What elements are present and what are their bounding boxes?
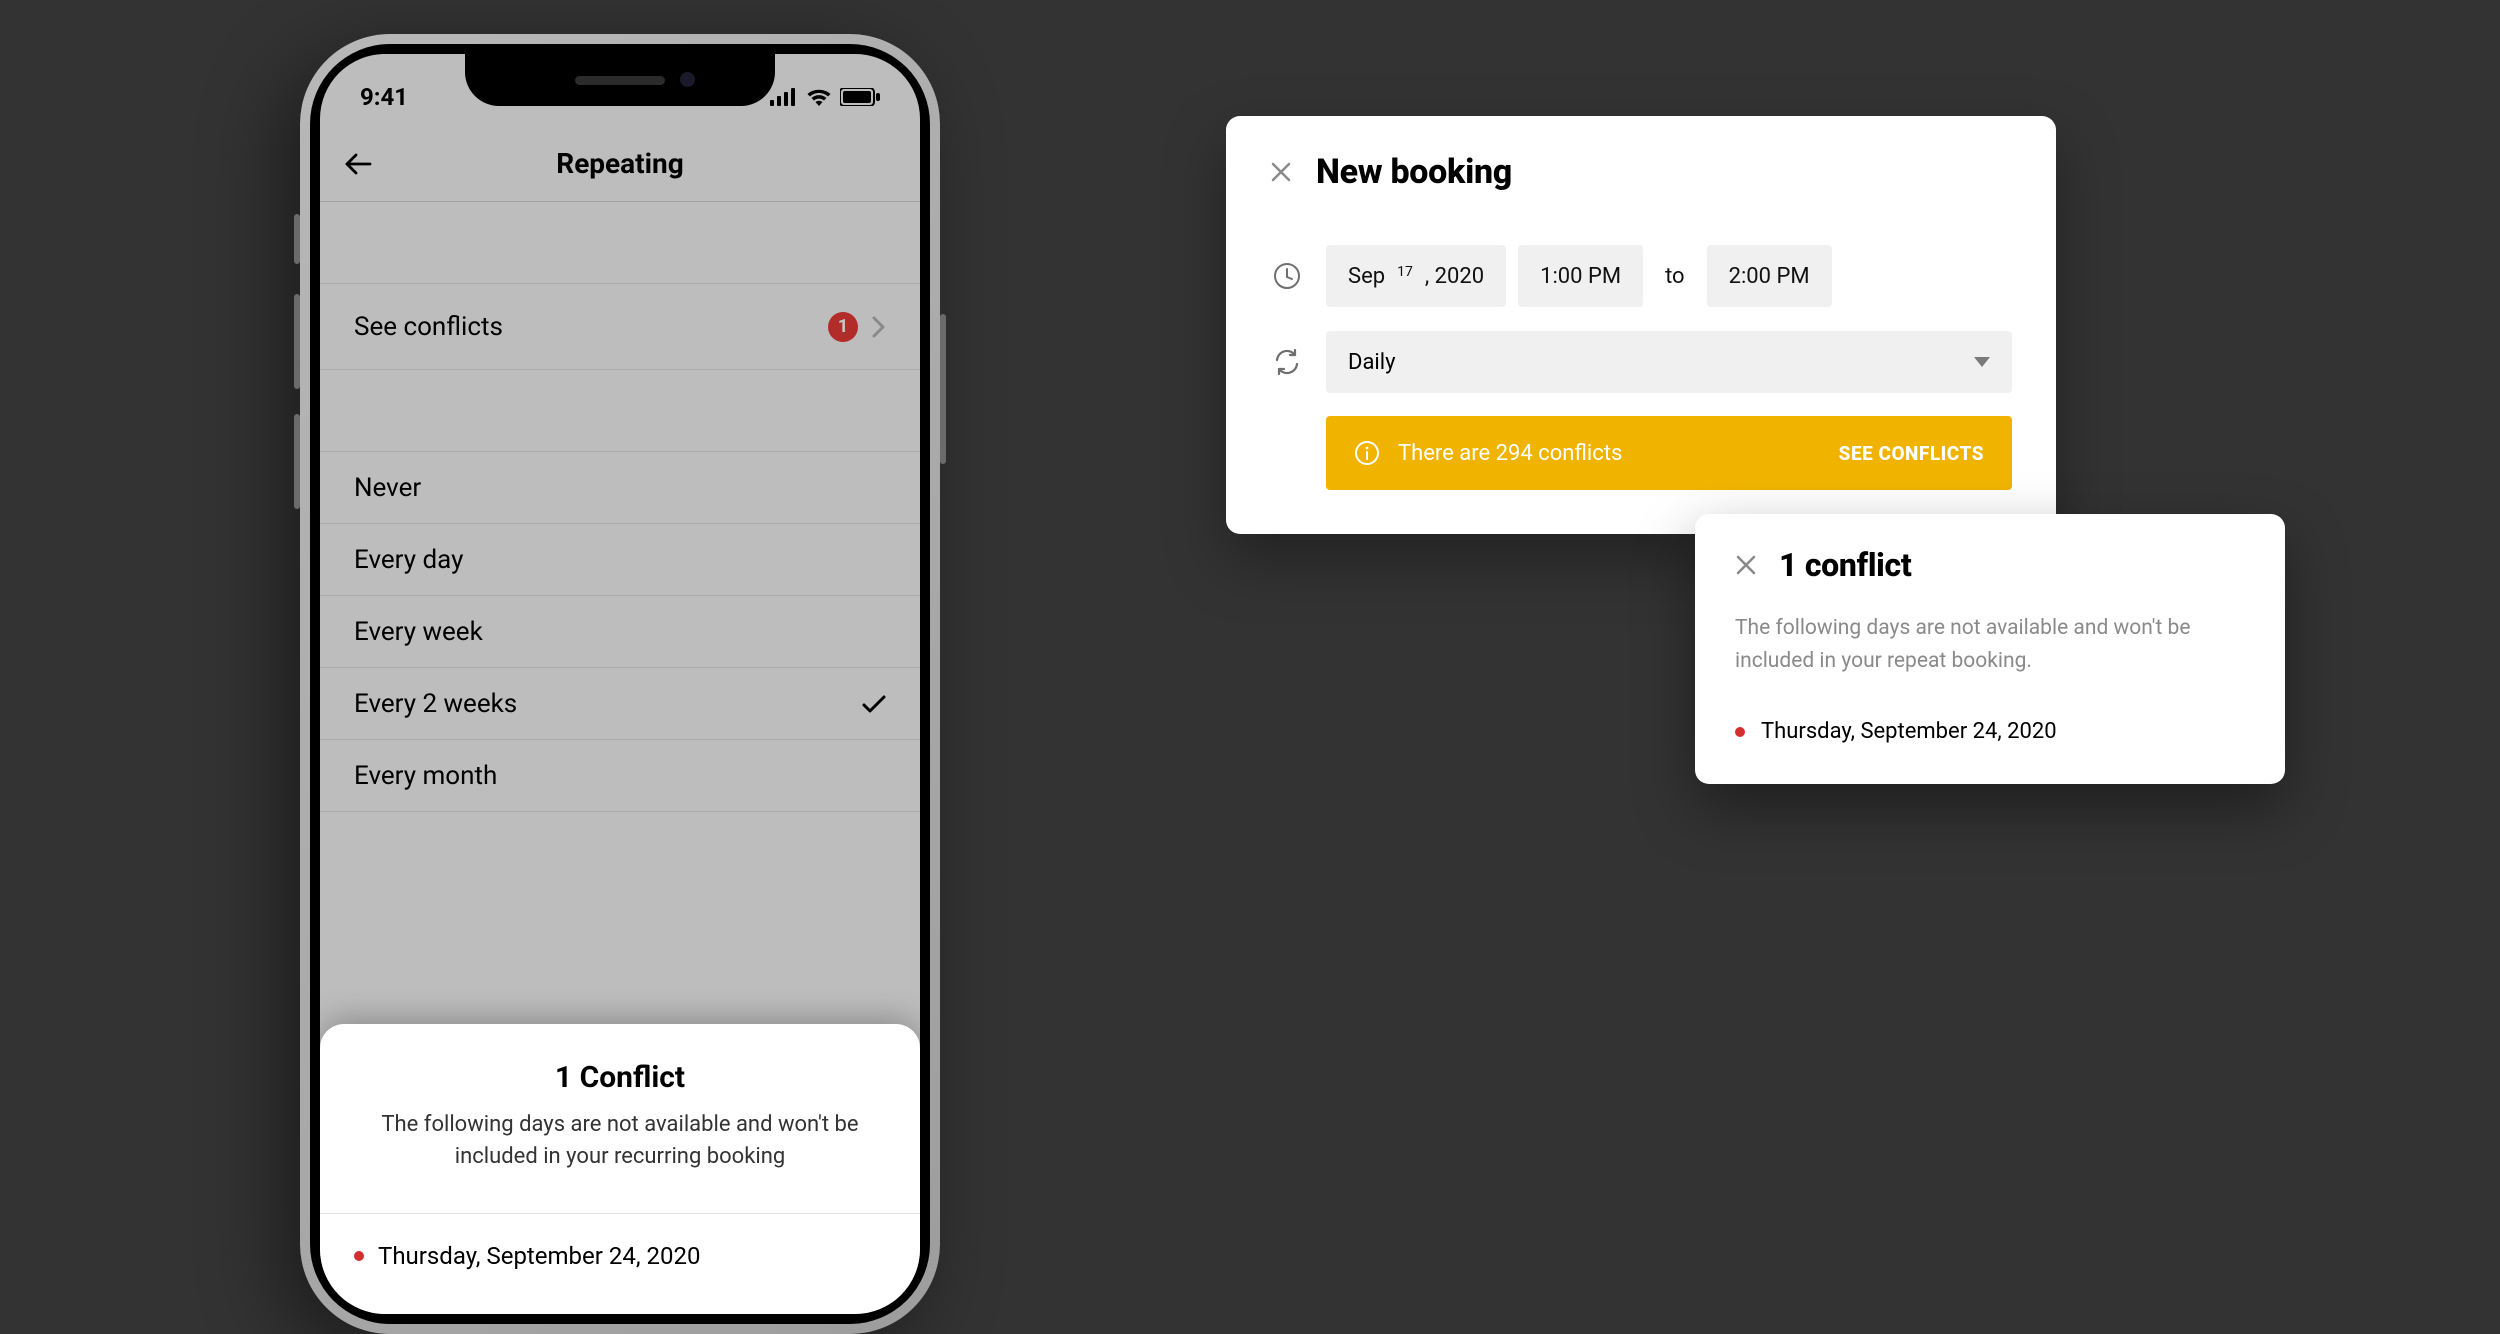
date-day: 17 [1397, 264, 1413, 280]
conflict-banner: There are 294 conflicts SEE CONFLICTS [1326, 416, 2012, 490]
new-booking-card: New booking Sep 17 , 2020 1:00 PM to 2:0… [1226, 116, 2056, 534]
conflict-card: 1 conflict The following days are not av… [1695, 514, 2285, 784]
close-button[interactable] [1270, 161, 1292, 183]
phone-volume-up [294, 294, 300, 389]
info-icon [1354, 440, 1380, 466]
phone-mute-switch [294, 214, 300, 264]
start-time-field[interactable]: 1:00 PM [1518, 245, 1643, 307]
iphone-frame: 9:41 Repeating [300, 34, 940, 1334]
date-field[interactable]: Sep 17 , 2020 [1326, 245, 1506, 307]
close-button[interactable] [1735, 554, 1757, 576]
booking-header: New booking [1270, 152, 2012, 192]
banner-text: There are 294 conflicts [1398, 441, 1622, 466]
booking-title: New booking [1316, 152, 1512, 192]
conflict-list-item: Thursday, September 24, 2020 [354, 1242, 886, 1270]
conflict-subtitle: The following days are not available and… [1735, 612, 2245, 677]
sheet-divider [320, 1213, 920, 1214]
booking-time-row: Sep 17 , 2020 1:00 PM to 2:00 PM [1270, 244, 2012, 308]
phone-screen: 9:41 Repeating [320, 54, 920, 1314]
repeat-select-value: Daily [1348, 350, 1396, 375]
repeat-select[interactable]: Daily [1326, 331, 2012, 393]
date-month: Sep [1348, 264, 1385, 289]
speaker-grill [575, 76, 665, 85]
end-time-field[interactable]: 2:00 PM [1707, 245, 1832, 307]
iphone-notch [465, 54, 775, 106]
conflict-dot-icon [1735, 727, 1745, 737]
iphone-inner: 9:41 Repeating [310, 44, 930, 1324]
clock-icon [1270, 261, 1304, 291]
conflict-title: 1 conflict [1779, 546, 1912, 584]
date-year: , 2020 [1425, 264, 1484, 289]
conflict-date: Thursday, September 24, 2020 [1761, 719, 2057, 744]
caret-down-icon [1974, 357, 1990, 367]
booking-repeat-row: Daily [1270, 330, 2012, 394]
to-label: to [1665, 264, 1685, 289]
sheet-title: 1 Conflict [354, 1060, 886, 1095]
phone-volume-down [294, 414, 300, 509]
front-camera [680, 72, 695, 87]
see-conflicts-button[interactable]: SEE CONFLICTS [1839, 442, 1984, 465]
phone-power-button [940, 314, 946, 464]
repeat-icon [1270, 347, 1304, 377]
conflict-date: Thursday, September 24, 2020 [378, 1242, 700, 1270]
conflict-list-item: Thursday, September 24, 2020 [1735, 719, 2245, 744]
conflict-sheet: 1 Conflict The following days are not av… [320, 1024, 920, 1314]
sheet-subtitle: The following days are not available and… [354, 1109, 886, 1173]
conflict-header: 1 conflict [1735, 546, 2245, 584]
time-fields: Sep 17 , 2020 1:00 PM to 2:00 PM [1326, 245, 2012, 307]
banner-left: There are 294 conflicts [1354, 440, 1622, 466]
conflict-dot-icon [354, 1251, 364, 1261]
